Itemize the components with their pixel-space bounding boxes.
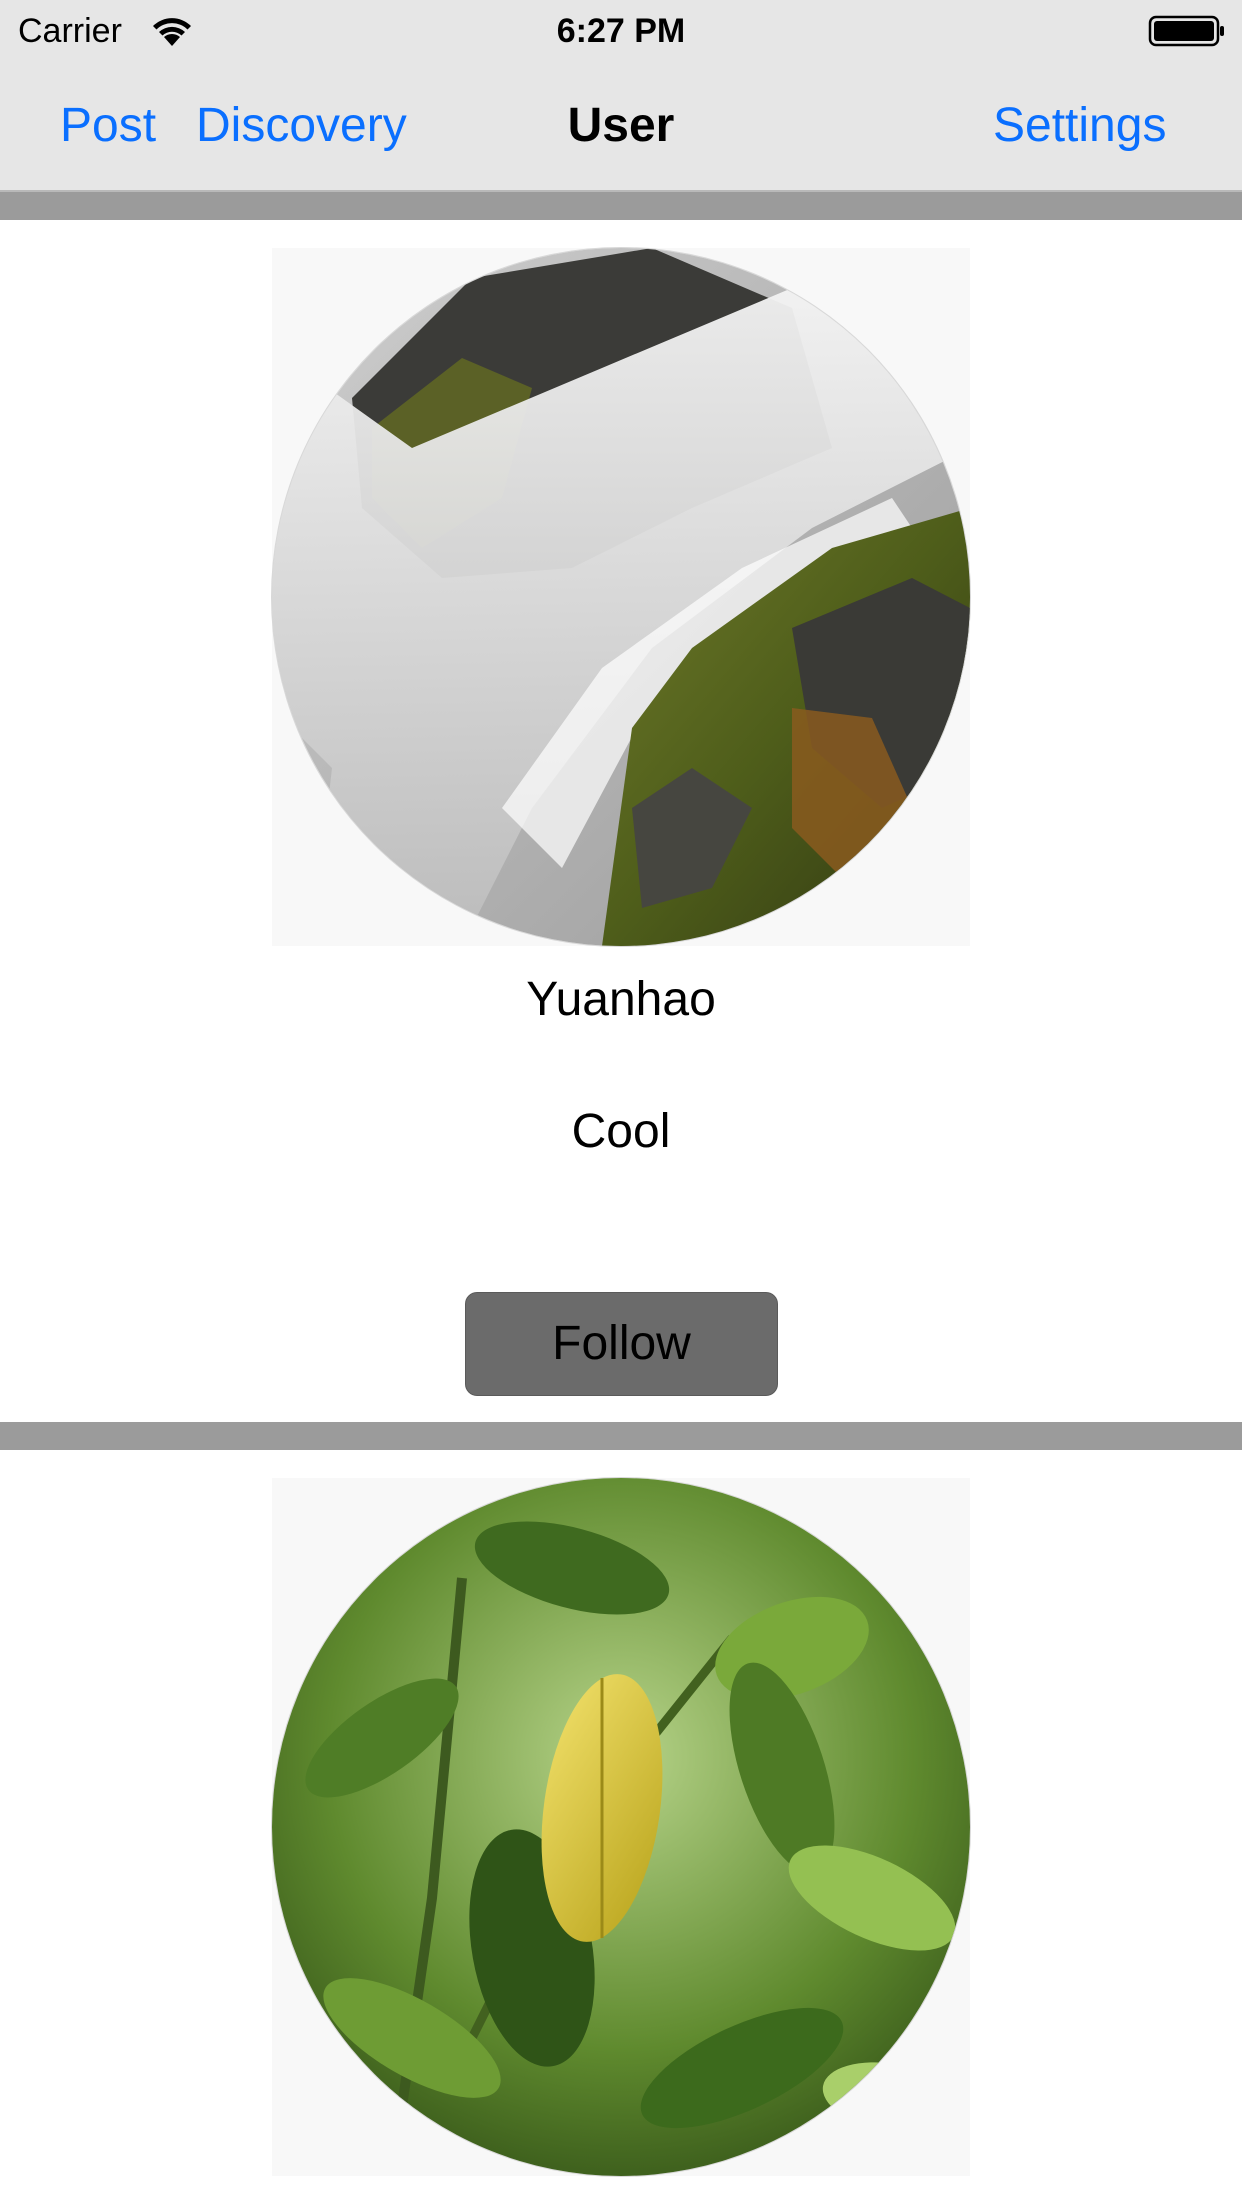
avatar-frame — [272, 248, 970, 946]
section-separator — [0, 1422, 1242, 1450]
battery-full-icon — [1148, 14, 1228, 48]
navigation-bar: Post Discovery User Settings — [0, 60, 1242, 190]
avatar-leaves-photo[interactable] — [272, 1478, 970, 2176]
user-card — [0, 1450, 1242, 2208]
user-bio: Cool — [571, 1105, 671, 1158]
user-card: Yuanhao Cool Follow — [0, 220, 1242, 1422]
top-bar: Carrier 6:27 PM Post Discovery User Sett… — [0, 0, 1242, 192]
username: Yuanhao — [526, 973, 716, 1026]
status-bar: Carrier 6:27 PM — [0, 0, 1242, 60]
avatar-waterfall-photo[interactable] — [272, 248, 970, 946]
follow-button[interactable]: Follow — [465, 1292, 778, 1396]
status-time: 6:27 PM — [556, 12, 686, 50]
user-screen: Carrier 6:27 PM Post Discovery User Sett… — [0, 0, 1242, 2208]
settings-button[interactable]: Settings — [993, 98, 1166, 154]
section-separator — [0, 192, 1242, 220]
avatar-frame — [272, 1478, 970, 2176]
